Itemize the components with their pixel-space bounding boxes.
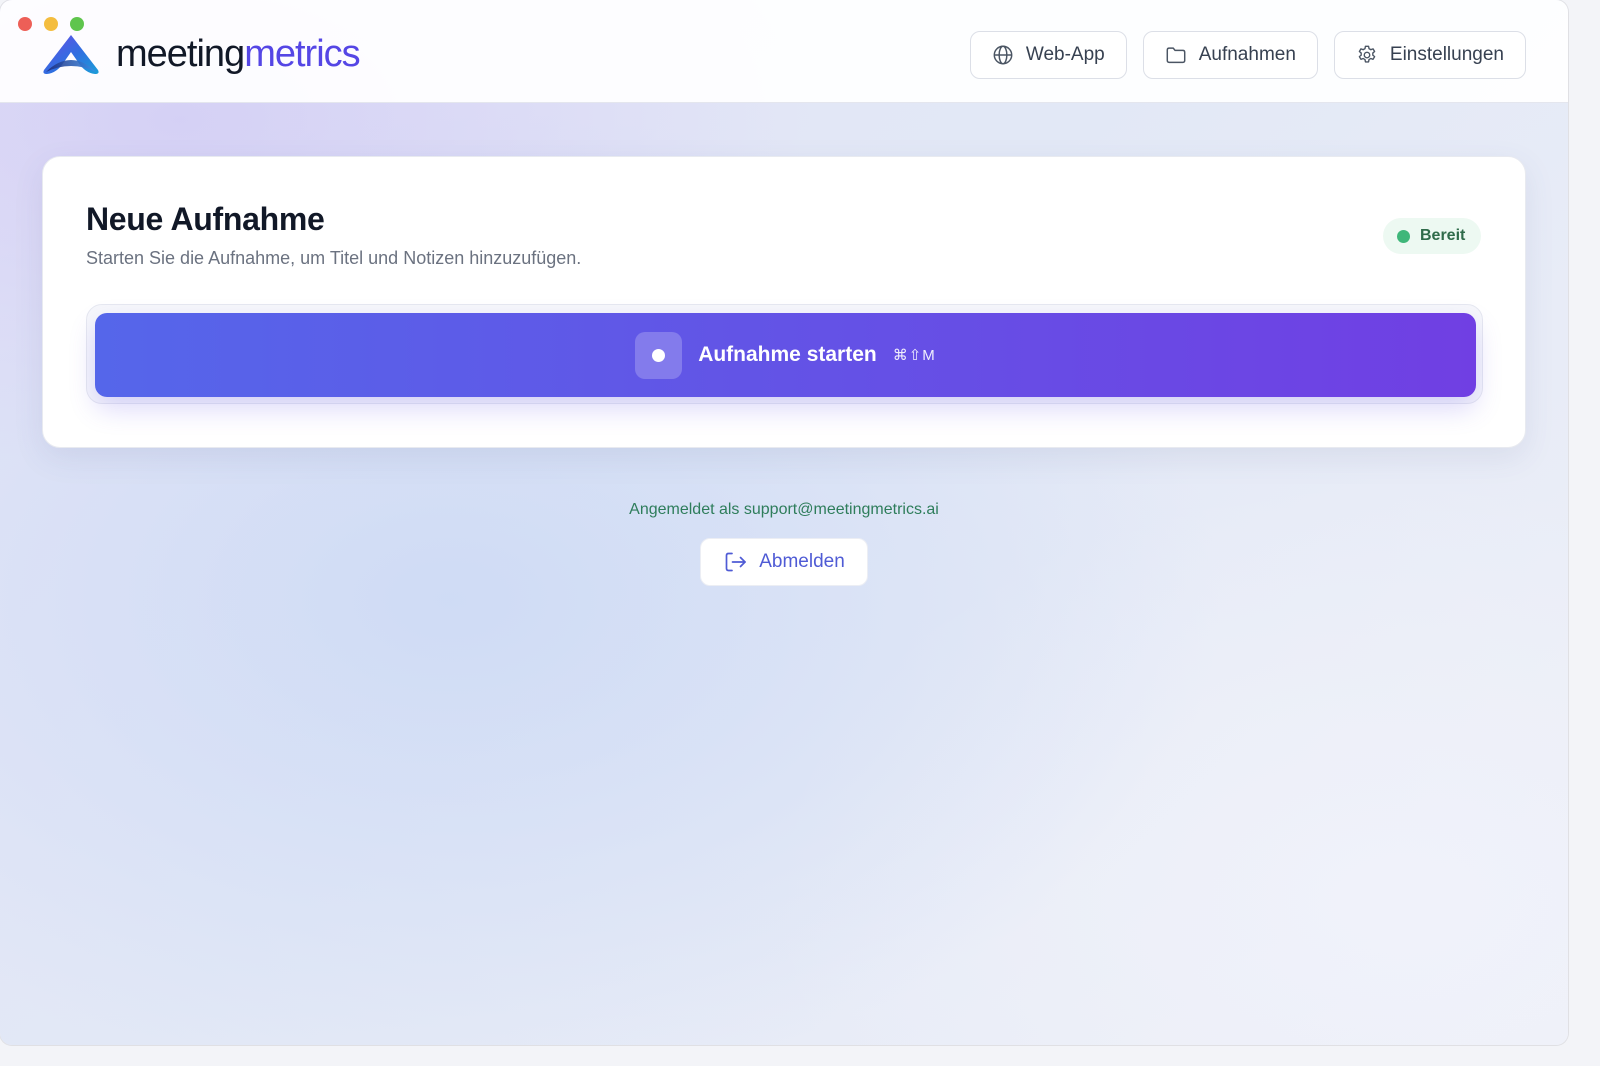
signed-in-text: Angemeldet als support@meetingmetrics.ai — [629, 501, 939, 518]
logout-button[interactable]: Abmelden — [700, 538, 868, 586]
logo-mark-icon — [43, 35, 99, 74]
record-dot-icon — [635, 331, 683, 379]
record-dot — [652, 348, 666, 362]
status-badge: Bereit — [1383, 218, 1482, 254]
logout-icon — [725, 552, 747, 572]
top-nav: Web-App Aufnahmen Einstellungen — [969, 31, 1526, 79]
web-app-button[interactable]: Web-App — [969, 31, 1127, 79]
logo-text-meeting: meeting — [116, 33, 245, 75]
record-button-container: Aufnahme starten ⌘⇧M — [86, 304, 1483, 404]
recordings-label: Aufnahmen — [1198, 44, 1296, 65]
logo-text-metrics: metrics — [244, 33, 360, 75]
title-bar: meetingmetrics Web-App Aufnahmen Einstel… — [0, 0, 1568, 103]
close-window-button[interactable] — [18, 17, 32, 31]
recordings-button[interactable]: Aufnahmen — [1142, 31, 1318, 79]
start-recording-label: Aufnahme starten — [698, 343, 877, 366]
settings-button[interactable]: Einstellungen — [1333, 31, 1526, 79]
globe-icon — [993, 45, 1013, 65]
gear-icon — [1358, 45, 1376, 63]
web-app-label: Web-App — [1025, 44, 1105, 65]
settings-label: Einstellungen — [1389, 44, 1504, 65]
app-logo: meetingmetrics — [40, 32, 361, 76]
new-recording-card: Neue Aufnahme Starten Sie die Aufnahme, … — [42, 156, 1526, 448]
minimize-window-button[interactable] — [44, 17, 58, 31]
logout-label: Abmelden — [759, 551, 845, 572]
maximize-window-button[interactable] — [70, 17, 84, 31]
card-subtitle: Starten Sie die Aufnahme, um Titel und N… — [86, 248, 582, 268]
status-label: Bereit — [1420, 227, 1466, 244]
app-window: meetingmetrics Web-App Aufnahmen Einstel… — [0, 0, 1568, 1045]
folder-icon — [1166, 47, 1186, 64]
status-dot-icon — [1397, 229, 1410, 243]
start-recording-button[interactable]: Aufnahme starten ⌘⇧M — [95, 313, 1476, 397]
card-title: Neue Aufnahme — [86, 201, 325, 237]
keyboard-shortcut: ⌘⇧M — [892, 347, 936, 364]
logo-wordmark: meetingmetrics — [116, 32, 361, 76]
